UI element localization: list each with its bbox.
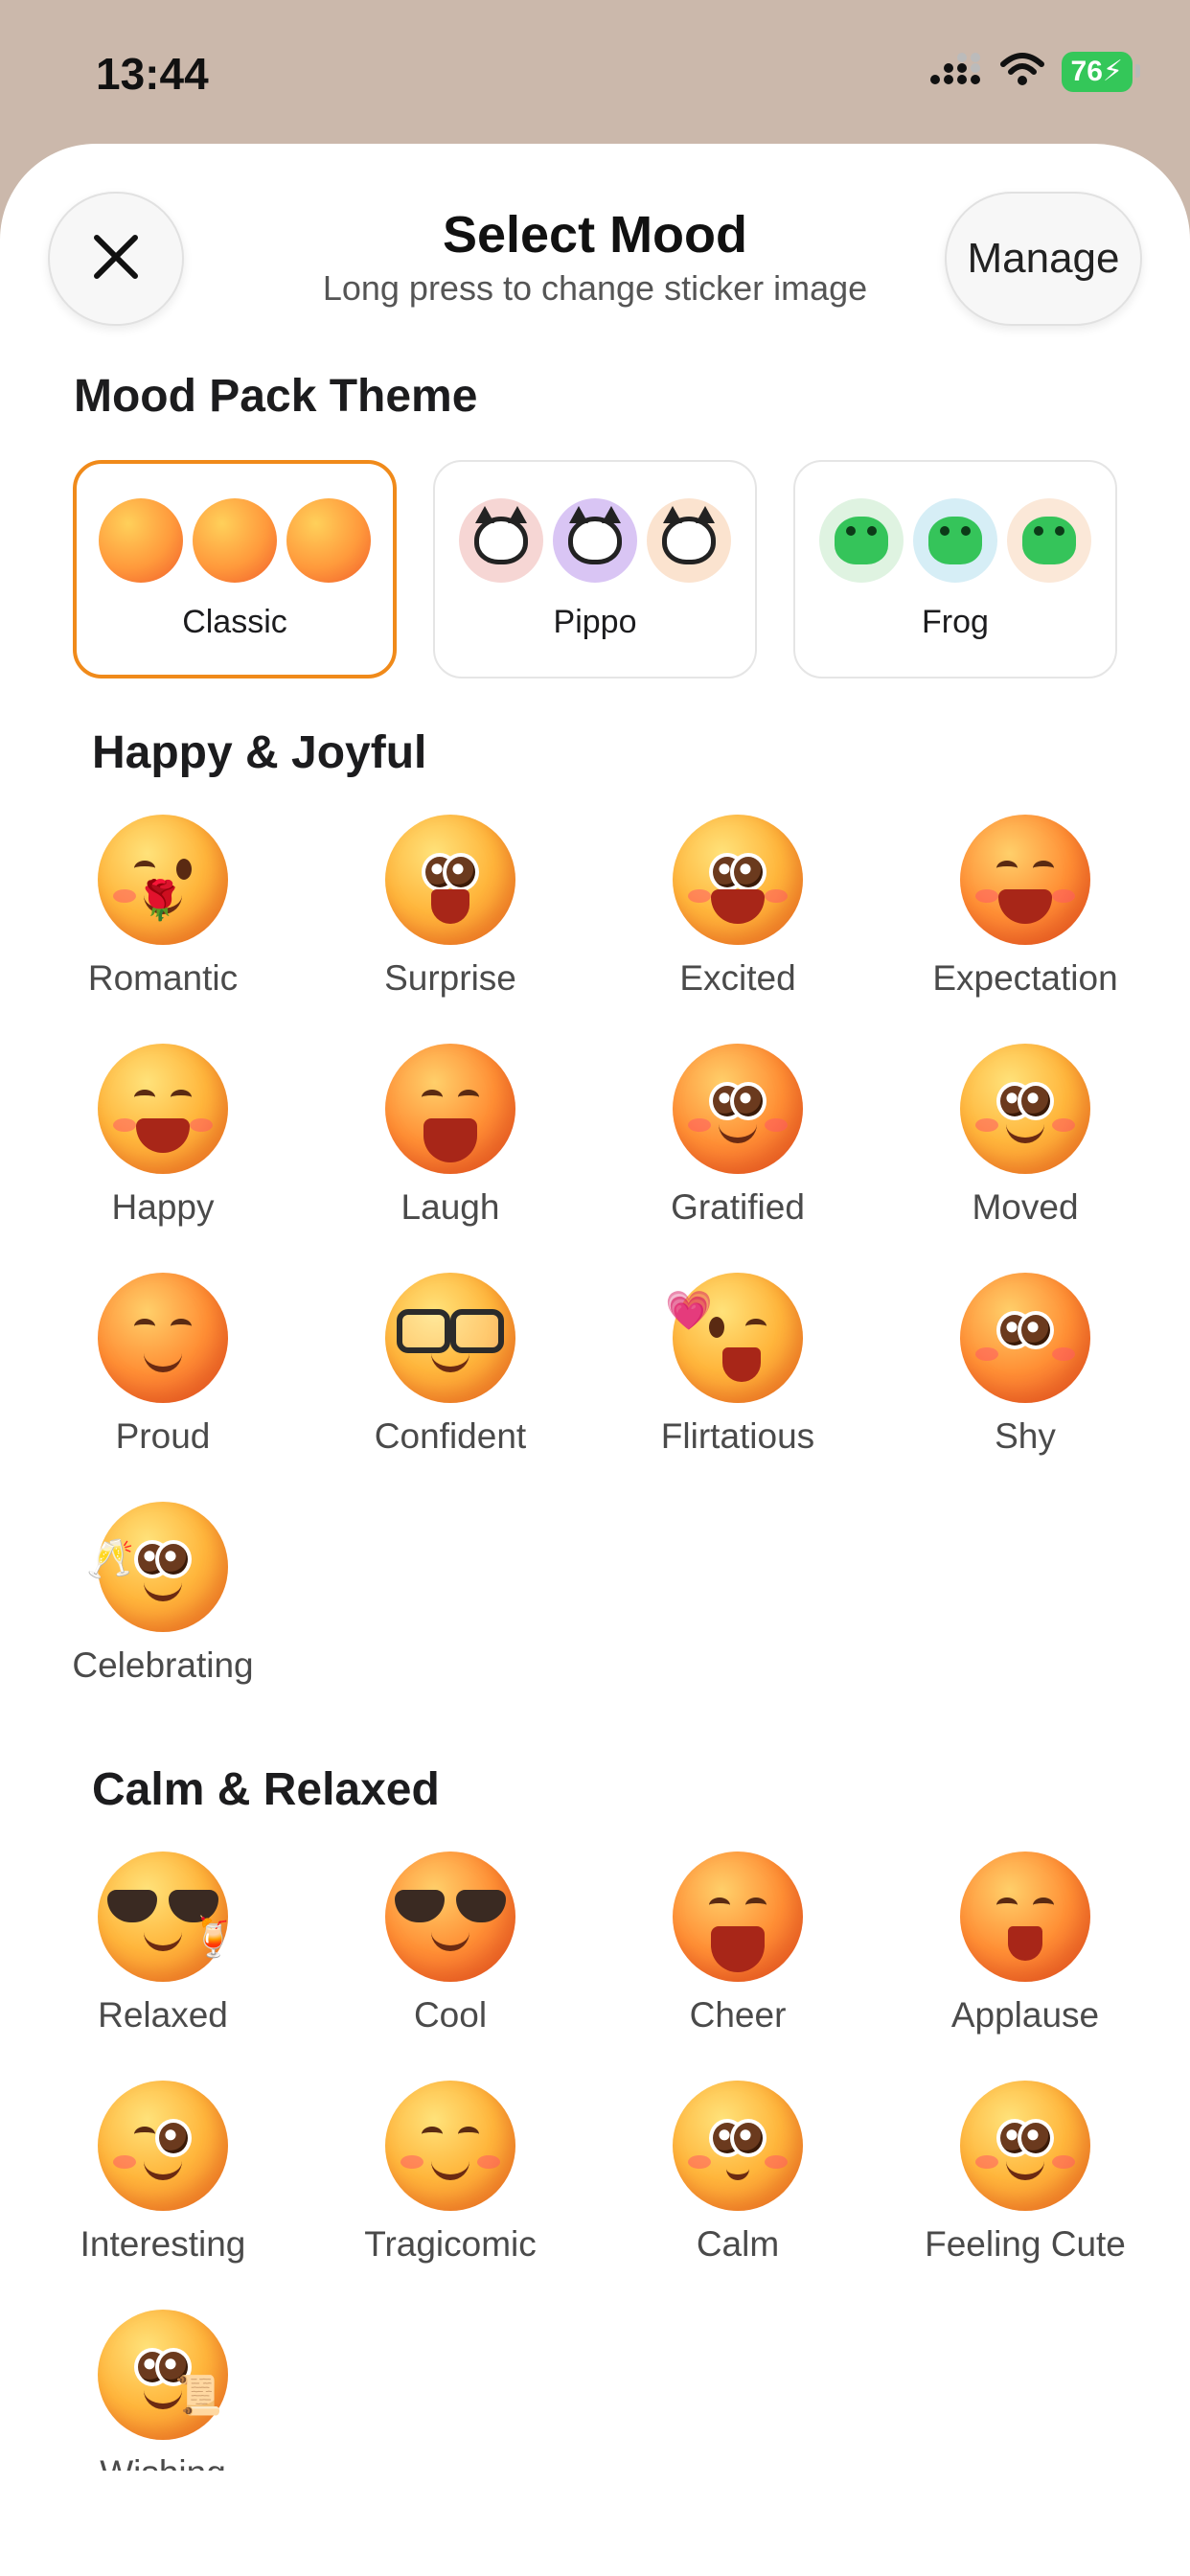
celebrating-emoji-icon: 🥂	[86, 1502, 228, 1632]
mood-interesting[interactable]: Interesting	[19, 2081, 307, 2310]
mood-label: Flirtatious	[660, 1416, 815, 1456]
mood-cool[interactable]: Cool	[307, 1852, 594, 2081]
shy-emoji-icon	[960, 1273, 1090, 1403]
mood-confident[interactable]: Confident	[307, 1273, 594, 1502]
mood-label: Confident	[374, 1416, 527, 1456]
pack-classic[interactable]: Classic	[73, 460, 397, 678]
surprise-emoji-icon	[385, 815, 515, 945]
mood-excited[interactable]: Excited	[594, 815, 881, 1044]
wifi-icon	[999, 52, 1044, 92]
proud-emoji-icon	[98, 1273, 228, 1403]
pack-label: Frog	[922, 603, 989, 640]
mood-label: Gratified	[671, 1187, 805, 1227]
mood-pack-list: Classic Pippo Frog	[73, 460, 1117, 678]
mood-label: Cheer	[689, 1995, 787, 2035]
feeling-cute-emoji-icon	[960, 2081, 1090, 2211]
mood-laugh[interactable]: Laugh	[307, 1044, 594, 1273]
gratified-emoji-icon	[673, 1044, 803, 1174]
mood-shy[interactable]: Shy	[881, 1273, 1169, 1502]
battery-level: 76	[1070, 56, 1103, 87]
mood-label: Calm	[696, 2224, 780, 2264]
classic-sticker-icon	[99, 497, 183, 583]
battery-icon: 76⚡	[1061, 52, 1141, 92]
relaxed-emoji-icon: 🍹	[98, 1852, 238, 1982]
mood-label: Shy	[995, 1416, 1056, 1456]
frog-sticker-icon	[819, 497, 904, 583]
romantic-emoji-icon: 🌹	[98, 815, 228, 945]
mood-label: Celebrating	[72, 1645, 254, 1685]
mood-grid-calm: 🍹 Relaxed Cool Cheer Applause Interestin…	[19, 1852, 1171, 2539]
status-time: 13:44	[96, 49, 209, 99]
mood-label: Happy	[111, 1187, 215, 1227]
mood-sheet: Select Mood Long press to change sticker…	[0, 144, 1190, 2576]
bottom-fade	[0, 2471, 1190, 2576]
pack-label: Pippo	[553, 603, 637, 640]
pack-label: Classic	[182, 603, 287, 640]
mood-applause[interactable]: Applause	[881, 1852, 1169, 2081]
cheer-emoji-icon	[673, 1852, 803, 1982]
cat-sticker-icon	[553, 497, 637, 583]
mood-moved[interactable]: Moved	[881, 1044, 1169, 1273]
mood-label: Laugh	[400, 1187, 500, 1227]
mood-label: Interesting	[80, 2224, 246, 2264]
mood-gratified[interactable]: Gratified	[594, 1044, 881, 1273]
mood-label: Expectation	[932, 958, 1118, 998]
mood-calm[interactable]: Calm	[594, 2081, 881, 2310]
laugh-emoji-icon	[385, 1044, 515, 1174]
tragicomic-emoji-icon	[385, 2081, 515, 2211]
confident-emoji-icon	[385, 1273, 515, 1403]
pack-pippo[interactable]: Pippo	[433, 460, 757, 678]
status-icons: 76⚡	[929, 52, 1141, 92]
mood-proud[interactable]: Proud	[19, 1273, 307, 1502]
pack-frog-preview	[819, 497, 1091, 583]
mood-happy[interactable]: Happy	[19, 1044, 307, 1273]
applause-emoji-icon	[960, 1852, 1090, 1982]
mood-label: Feeling Cute	[925, 2224, 1126, 2264]
mood-label: Tragicomic	[364, 2224, 537, 2264]
frog-sticker-icon	[913, 497, 997, 583]
mood-label: Moved	[972, 1187, 1079, 1227]
mood-celebrating[interactable]: 🥂 Celebrating	[19, 1502, 307, 1731]
classic-sticker-icon	[193, 497, 277, 583]
pack-pippo-preview	[459, 497, 731, 583]
pack-frog[interactable]: Frog	[793, 460, 1117, 678]
mood-tragicomic[interactable]: Tragicomic	[307, 2081, 594, 2310]
section-title-calm: Calm & Relaxed	[92, 1764, 440, 1815]
happy-emoji-icon	[98, 1044, 228, 1174]
mood-label: Applause	[950, 1995, 1100, 2035]
mood-label: Surprise	[384, 958, 516, 998]
cool-emoji-icon	[385, 1852, 515, 1982]
mood-label: Excited	[679, 958, 796, 998]
status-bar: 13:44 76⚡	[0, 0, 1190, 144]
calm-emoji-icon	[673, 2081, 803, 2211]
mood-label: Romantic	[87, 958, 239, 998]
mood-cheer[interactable]: Cheer	[594, 1852, 881, 2081]
interesting-emoji-icon	[98, 2081, 228, 2211]
signal-icon	[929, 52, 983, 92]
mood-feeling-cute[interactable]: Feeling Cute	[881, 2081, 1169, 2310]
mood-romantic[interactable]: 🌹 Romantic	[19, 815, 307, 1044]
mood-label: Proud	[115, 1416, 211, 1456]
moved-emoji-icon	[960, 1044, 1090, 1174]
section-title-happy: Happy & Joyful	[92, 727, 427, 778]
mood-flirtatious[interactable]: 💗 Flirtatious	[594, 1273, 881, 1502]
cat-sticker-icon	[459, 497, 543, 583]
classic-sticker-icon	[286, 497, 371, 583]
manage-button[interactable]: Manage	[945, 192, 1142, 326]
expectation-emoji-icon	[960, 815, 1090, 945]
mood-expectation[interactable]: Expectation	[881, 815, 1169, 1044]
mood-pack-title: Mood Pack Theme	[74, 371, 478, 422]
frog-sticker-icon	[1007, 497, 1091, 583]
mood-label: Cool	[413, 1995, 488, 2035]
mood-grid-happy: 🌹 Romantic Surprise Excited Expectation …	[19, 815, 1171, 1731]
flirtatious-emoji-icon: 💗	[665, 1273, 803, 1403]
wishing-emoji-icon: 📜	[98, 2310, 228, 2440]
mood-label: Relaxed	[98, 1995, 228, 2035]
excited-emoji-icon	[673, 815, 803, 945]
mood-relaxed[interactable]: 🍹 Relaxed	[19, 1852, 307, 2081]
pack-classic-preview	[99, 497, 371, 583]
cat-sticker-icon	[647, 497, 731, 583]
mood-surprise[interactable]: Surprise	[307, 815, 594, 1044]
